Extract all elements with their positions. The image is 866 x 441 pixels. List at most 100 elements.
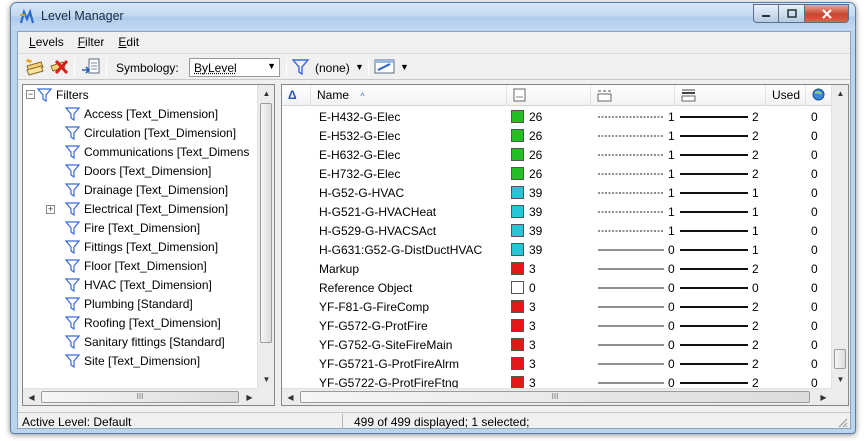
tree-item[interactable]: HVAC [Text_Dimension] bbox=[65, 275, 212, 294]
scroll-thumb[interactable] bbox=[834, 349, 846, 369]
title-bar[interactable]: Level Manager bbox=[11, 3, 855, 30]
sort-ascending-icon: ^ bbox=[360, 91, 365, 101]
scroll-left-arrow[interactable]: ◀ bbox=[23, 389, 40, 406]
style-column-header[interactable] bbox=[591, 85, 675, 106]
filter-dropdown-arrow[interactable]: ▼ bbox=[355, 62, 364, 72]
level-name: H-G521-G-HVACHeat bbox=[319, 205, 437, 219]
scroll-down-arrow[interactable]: ▼ bbox=[832, 371, 848, 388]
tree-collapse-toggle[interactable]: − bbox=[26, 90, 35, 99]
level-weight: 2 bbox=[680, 167, 764, 181]
tree-item[interactable]: Site [Text_Dimension] bbox=[65, 351, 200, 370]
level-used: 0 bbox=[811, 300, 818, 314]
tree-item[interactable]: Circulation [Text_Dimension] bbox=[65, 123, 236, 142]
table-row[interactable]: Reference Object 0 0 0 0 bbox=[282, 278, 832, 297]
name-column-header[interactable]: Name ^ bbox=[311, 85, 507, 106]
levels-vertical-scrollbar[interactable]: ▲ ▼ bbox=[831, 85, 848, 388]
filter-tree-panel: − Filters + Access [Text_Dimension] Circu… bbox=[22, 84, 275, 406]
minimize-button[interactable] bbox=[753, 4, 779, 23]
symbology-dropdown[interactable]: ByLevel ▼ bbox=[189, 58, 280, 77]
level-style-value: 1 bbox=[668, 205, 675, 219]
line-style-sample bbox=[598, 192, 664, 194]
scroll-up-arrow[interactable]: ▲ bbox=[832, 85, 848, 102]
close-button[interactable] bbox=[805, 4, 849, 23]
scroll-right-arrow[interactable]: ▶ bbox=[815, 389, 832, 405]
import-export-button[interactable] bbox=[80, 57, 102, 77]
globe-icon bbox=[812, 88, 825, 101]
symbology-label: Symbology: bbox=[116, 61, 179, 75]
scroll-down-arrow[interactable]: ▼ bbox=[258, 371, 275, 388]
globe-column-header[interactable] bbox=[806, 85, 832, 106]
line-style-sample bbox=[598, 325, 664, 327]
level-manager-window: Level Manager Levels Filter Edit Symbolo… bbox=[10, 2, 856, 434]
line-style-sample bbox=[598, 154, 664, 156]
tree-vertical-scrollbar[interactable]: ▲ ▼ bbox=[257, 85, 274, 388]
tree-item[interactable]: Electrical [Text_Dimension] bbox=[65, 199, 228, 218]
level-name: YF-G752-G-SiteFireMain bbox=[319, 338, 453, 352]
level-weight-value: 1 bbox=[752, 205, 759, 219]
active-level-status: Active Level: Default bbox=[22, 415, 132, 429]
edit-filter-dropdown-arrow[interactable]: ▼ bbox=[400, 62, 409, 72]
table-row[interactable]: YF-F81-G-FireComp 3 0 2 0 bbox=[282, 297, 832, 316]
scroll-thumb[interactable]: III bbox=[41, 391, 239, 403]
weight-column-header[interactable] bbox=[675, 85, 766, 106]
line-style-sample bbox=[598, 116, 664, 118]
filter-icon bbox=[65, 182, 80, 197]
menu-edit[interactable]: Edit bbox=[111, 32, 146, 52]
level-used: 0 bbox=[811, 110, 818, 124]
scroll-up-arrow[interactable]: ▲ bbox=[258, 85, 275, 102]
table-row[interactable]: YF-G5721-G-ProtFireAlrm 3 0 2 0 bbox=[282, 354, 832, 373]
maximize-button[interactable] bbox=[779, 4, 805, 23]
tree-item[interactable]: Floor [Text_Dimension] bbox=[65, 256, 207, 275]
menu-filter[interactable]: Filter bbox=[71, 32, 112, 52]
used-column-header[interactable]: Used bbox=[766, 85, 806, 106]
table-row[interactable]: E-H432-G-Elec 26 1 2 0 bbox=[282, 107, 832, 126]
tree-item[interactable]: Roofing [Text_Dimension] bbox=[65, 313, 221, 332]
tree-item[interactable]: Plumbing [Standard] bbox=[65, 294, 193, 313]
level-color: 0 bbox=[529, 281, 536, 295]
menu-levels[interactable]: Levels bbox=[22, 32, 71, 52]
sort-column-header[interactable]: Δ bbox=[282, 85, 311, 106]
tree-item[interactable]: Communications [Text_Dimens bbox=[65, 142, 249, 161]
tree-root-filters[interactable]: Filters bbox=[37, 85, 89, 104]
table-row[interactable]: E-H632-G-Elec 26 1 2 0 bbox=[282, 145, 832, 164]
filter-value[interactable]: (none) bbox=[315, 61, 350, 75]
table-row[interactable]: YF-G752-G-SiteFireMain 3 0 2 0 bbox=[282, 335, 832, 354]
table-row[interactable]: H-G631:G52-G-DistDuctHVAC 39 0 1 0 bbox=[282, 240, 832, 259]
new-level-button[interactable] bbox=[24, 57, 46, 77]
tree-item[interactable]: Doors [Text_Dimension] bbox=[65, 161, 211, 180]
table-row[interactable]: E-H732-G-Elec 26 1 2 0 bbox=[282, 164, 832, 183]
resize-grip-icon[interactable] bbox=[836, 416, 848, 428]
color-column-header[interactable] bbox=[507, 85, 591, 106]
table-row[interactable]: E-H532-G-Elec 26 1 2 0 bbox=[282, 126, 832, 145]
filter-icon bbox=[291, 59, 310, 76]
level-name: YF-F81-G-FireComp bbox=[319, 300, 430, 314]
table-row[interactable]: H-G529-G-HVACSAct 39 1 1 0 bbox=[282, 221, 832, 240]
scroll-right-arrow[interactable]: ▶ bbox=[241, 389, 258, 406]
tree-item[interactable]: Drainage [Text_Dimension] bbox=[65, 180, 228, 199]
level-used: 0 bbox=[811, 186, 818, 200]
level-weight-value: 2 bbox=[752, 167, 759, 181]
level-style: 1 bbox=[598, 186, 678, 200]
scroll-thumb[interactable]: III bbox=[300, 391, 810, 403]
table-row[interactable]: Markup 3 0 2 0 bbox=[282, 259, 832, 278]
delete-level-button[interactable] bbox=[48, 57, 70, 77]
tree-item[interactable]: Access [Text_Dimension] bbox=[65, 104, 218, 123]
tree-item[interactable]: Fittings [Text_Dimension] bbox=[65, 237, 218, 256]
levels-horizontal-scrollbar[interactable]: ◀ III ▶ bbox=[282, 388, 832, 405]
table-row[interactable]: H-G52-G-HVAC 39 1 1 0 bbox=[282, 183, 832, 202]
menu-edit-label: dit bbox=[126, 35, 140, 49]
tree-horizontal-scrollbar[interactable]: ◀ III ▶ bbox=[23, 388, 258, 405]
scroll-thumb[interactable] bbox=[260, 103, 272, 343]
level-name: Markup bbox=[319, 262, 360, 276]
tree-item[interactable]: Fire [Text_Dimension] bbox=[65, 218, 200, 237]
filter-button[interactable] bbox=[290, 57, 312, 77]
tree-expand-toggle[interactable]: + bbox=[46, 205, 55, 214]
level-name: YF-G572-G-ProtFire bbox=[319, 319, 428, 333]
table-row[interactable]: H-G521-G-HVACHeat 39 1 1 0 bbox=[282, 202, 832, 221]
table-row[interactable]: YF-G572-G-ProtFire 3 0 2 0 bbox=[282, 316, 832, 335]
tree-item[interactable]: Sanitary fittings [Standard] bbox=[65, 332, 225, 351]
toolbar-separator bbox=[286, 58, 287, 76]
level-weight: 0 bbox=[680, 281, 764, 295]
edit-filter-button[interactable] bbox=[374, 57, 396, 77]
scroll-left-arrow[interactable]: ◀ bbox=[282, 389, 299, 405]
